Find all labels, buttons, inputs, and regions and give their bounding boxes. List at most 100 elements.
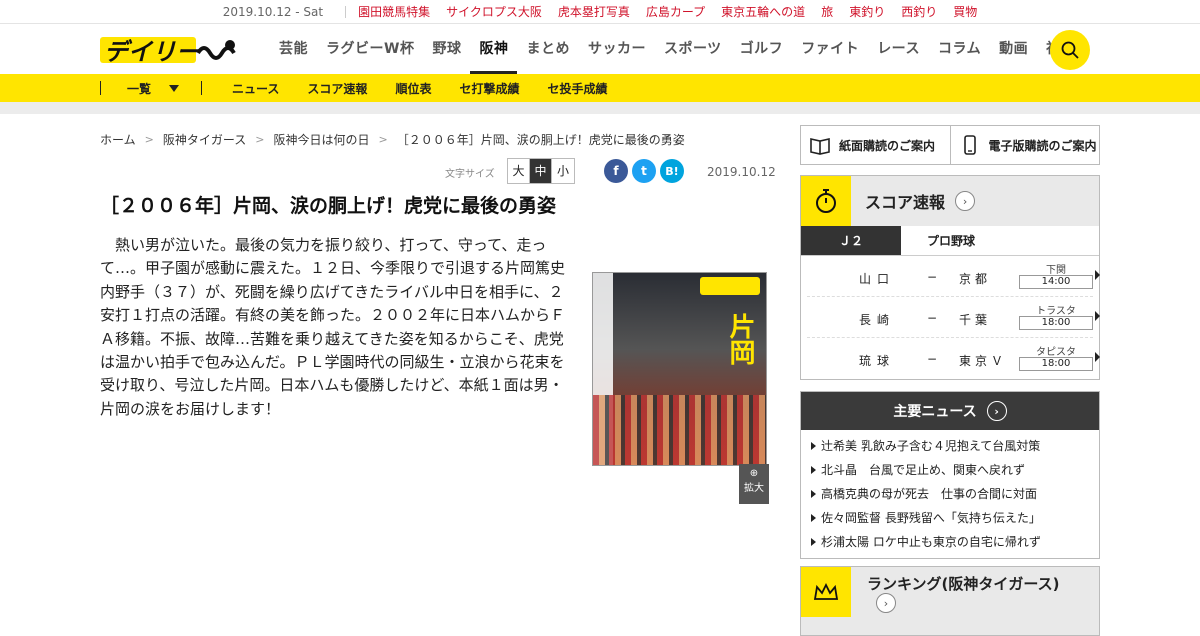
venue: タピスタ	[1036, 347, 1076, 358]
nav-item-rugby[interactable]: ラグビーW杯	[317, 24, 423, 74]
pick-link[interactable]: 買物	[953, 3, 977, 20]
font-size-medium[interactable]: 中	[530, 159, 552, 183]
nav-item-matome[interactable]: まとめ	[517, 24, 579, 74]
home-team: 琉球	[859, 354, 896, 368]
stopwatch-icon-box	[801, 176, 851, 226]
pick-link[interactable]: 園田競馬特集	[358, 3, 430, 20]
match-row[interactable]: 山口 − 京都 下関 14:00	[807, 256, 1100, 297]
ranking-widget: ランキング(阪神タイガース) ›	[800, 566, 1100, 636]
pick-link[interactable]: 旅	[821, 3, 833, 20]
font-size-large[interactable]: 大	[508, 159, 530, 183]
article-tools: 文字サイズ 大 中 小 f t B! 2019.10.12	[100, 158, 776, 184]
play-arrow-icon	[1095, 352, 1100, 362]
nav-item-baseball[interactable]: 野球	[423, 24, 470, 74]
nav-item-sports[interactable]: スポーツ	[655, 24, 731, 74]
news-item[interactable]: 高橋克典の母が死去 仕事の合間に対面	[801, 482, 1099, 506]
subnav-item-standings[interactable]: 順位表	[381, 80, 445, 97]
main-nav: 芸能 ラグビーW杯 野球 阪神 まとめ サッカー スポーツ ゴルフ ファイト レ…	[270, 24, 1084, 74]
newspaper-front-image[interactable]: 片岡	[592, 272, 767, 466]
venue: トラスタ	[1036, 306, 1076, 317]
top-news-widget: 主要ニュース › 辻希美 乳飲み子含む４児抱えて台風対策 北斗晶 台風で足止め、…	[800, 391, 1100, 559]
digital-subscribe-button[interactable]: 電子版購読のご案内	[949, 126, 1100, 164]
chevron-right-icon: >	[144, 132, 154, 146]
daily-logo-icon: デイリー	[100, 37, 236, 66]
nav-item-golf[interactable]: ゴルフ	[731, 24, 793, 74]
news-item[interactable]: 杉浦太陽 ロケ中止も東京の自宅に帰れず	[801, 530, 1099, 554]
nav-item-fight[interactable]: ファイト	[792, 24, 868, 74]
article-body: 熱い男が泣いた。最後の気力を振り絞り、打って、守って、走って…。甲子園が感動に震…	[100, 236, 566, 418]
pick-link[interactable]: サイクロプス大阪	[446, 3, 542, 20]
play-arrow-icon	[1095, 270, 1100, 280]
site-logo[interactable]: デイリー	[100, 33, 240, 67]
tab-j2[interactable]: Ｊ２	[801, 226, 901, 255]
logo-text: デイリー	[104, 38, 201, 66]
pick-link[interactable]: 東京五輪への道	[721, 3, 805, 20]
header-divider	[0, 102, 1200, 114]
breadcrumb-tigers[interactable]: 阪神タイガース	[163, 131, 246, 148]
digital-subscribe-label: 電子版購読のご案内	[988, 138, 1097, 153]
news-item[interactable]: 佐々岡監督 長野残留へ「気持ち伝えた」	[801, 506, 1099, 530]
nav-item-soccer[interactable]: サッカー	[579, 24, 655, 74]
subscribe-box: 紙面購読のご案内 電子版購読のご案内	[800, 125, 1100, 165]
match-row[interactable]: 長崎 − 千葉 トラスタ 18:00	[807, 297, 1100, 338]
font-size-label: 文字サイズ	[445, 169, 495, 180]
subnav-item-score[interactable]: スコア速報	[293, 80, 381, 97]
search-button[interactable]	[1050, 30, 1090, 70]
chevron-down-icon	[169, 84, 180, 92]
ranking-title[interactable]: ランキング(阪神タイガース)	[867, 573, 1060, 594]
score-header: スコア速報 ›	[801, 176, 1099, 226]
nav-item-column[interactable]: コラム	[929, 24, 990, 74]
top-news-header[interactable]: 主要ニュース ›	[801, 392, 1099, 430]
top-news-title: 主要ニュース	[893, 404, 977, 420]
sub-nav: 一覧 ニュース スコア速報 順位表 セ打撃成績 セ投手成績	[0, 74, 1200, 102]
chevron-right-icon[interactable]: ›	[876, 593, 896, 613]
home-team: 長崎	[859, 313, 896, 327]
site-header: デイリー 芸能 ラグビーW杯 野球 阪神 まとめ サッカー スポーツ ゴルフ フ…	[0, 24, 1200, 74]
search-icon	[1061, 41, 1079, 59]
article-title: ［２００６年］片岡、涙の胴上げ！虎党に最後の勇姿	[100, 195, 557, 217]
nav-item-video[interactable]: 動画	[990, 24, 1037, 74]
news-item[interactable]: 辻希美 乳飲み子含む４児抱えて台風対策	[801, 434, 1099, 458]
zoom-button[interactable]: ⊕ 拡大	[739, 464, 769, 504]
start-time: 18:00	[1019, 316, 1093, 330]
divider	[201, 81, 203, 95]
book-icon	[810, 138, 830, 155]
home-team: 山口	[859, 272, 896, 286]
crown-icon-box	[801, 567, 851, 617]
subnav-item-news[interactable]: ニュース	[218, 80, 293, 97]
nav-item-race[interactable]: レース	[868, 24, 929, 74]
away-team: 京都	[959, 272, 992, 286]
breadcrumb: ホーム > 阪神タイガース > 阪神今日は何の日 > ［２００６年］片岡、涙の胴…	[100, 124, 772, 154]
pick-link[interactable]: 広島カープ	[646, 3, 705, 20]
score-title[interactable]: スコア速報	[865, 189, 945, 213]
pick-link[interactable]: 西釣り	[901, 3, 937, 20]
publish-date: 2019.10.12	[707, 165, 776, 179]
nav-item-geino[interactable]: 芸能	[270, 24, 317, 74]
font-size-selector: 大 中 小	[507, 158, 575, 184]
top-news-list: 辻希美 乳飲み子含む４児抱えて台風対策 北斗晶 台風で足止め、関東へ戻れず 高橋…	[801, 430, 1099, 558]
paper-photo	[593, 395, 766, 465]
twitter-share-icon[interactable]: t	[632, 159, 656, 183]
pick-link[interactable]: 虎本塁打写真	[558, 3, 630, 20]
zoom-label: 拡大	[744, 483, 764, 494]
pick-link[interactable]: 東釣り	[849, 3, 885, 20]
breadcrumb-today[interactable]: 阪神今日は何の日	[273, 131, 369, 148]
facebook-share-icon[interactable]: f	[604, 159, 628, 183]
subnav-item-batting[interactable]: セ打撃成績	[445, 80, 533, 97]
chevron-right-icon: ›	[986, 401, 1007, 421]
chevron-right-icon: >	[378, 132, 388, 146]
tab-pro-baseball[interactable]: プロ野球	[901, 226, 1001, 255]
match-row[interactable]: 琉球 − 東京Ｖ タピスタ 18:00	[807, 338, 1100, 379]
font-size-small[interactable]: 小	[552, 159, 574, 183]
today-date: 2019.10.12 - Sat	[222, 4, 324, 19]
news-item[interactable]: 北斗晶 台風で足止め、関東へ戻れず	[801, 458, 1099, 482]
breadcrumb-home[interactable]: ホーム	[100, 131, 136, 148]
crown-icon	[813, 582, 839, 600]
chevron-right-icon[interactable]: ›	[955, 191, 976, 211]
score-tabs: Ｊ２ プロ野球	[801, 226, 1099, 256]
list-dropdown[interactable]: 一覧	[101, 80, 201, 97]
subnav-item-pitching[interactable]: セ投手成績	[533, 80, 621, 97]
nav-item-hanshin[interactable]: 阪神	[470, 24, 518, 74]
paper-subscribe-button[interactable]: 紙面購読のご案内	[801, 126, 950, 164]
hatena-bookmark-icon[interactable]: B!	[660, 159, 684, 183]
